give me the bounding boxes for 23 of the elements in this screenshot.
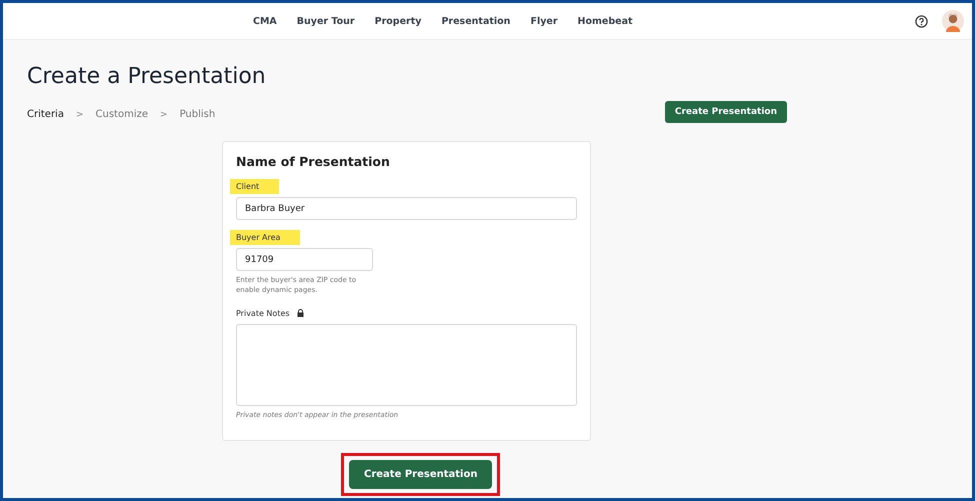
chevron-icon: >	[160, 110, 168, 120]
step-link[interactable]: Criteria	[27, 109, 64, 120]
create-presentation-button[interactable]: Create Presentation	[349, 460, 492, 490]
field-label: Private Notes	[235, 308, 291, 320]
step-link[interactable]: Publish	[180, 109, 216, 120]
text-field[interactable]: Barbra Buyer	[236, 197, 577, 220]
avatar-icon[interactable]	[942, 10, 964, 32]
step-link[interactable]: Customize	[96, 109, 148, 120]
nav-link[interactable]: Presentation	[441, 16, 510, 26]
nav-link[interactable]: Buyer Tour	[296, 16, 355, 26]
text-field[interactable]: 91709	[236, 248, 373, 271]
notes-field[interactable]	[236, 324, 577, 406]
chevron-icon: >	[76, 110, 84, 120]
help-icon[interactable]	[915, 14, 928, 28]
nav-link[interactable]: Property	[374, 16, 422, 26]
field-label: Buyer Area	[230, 230, 300, 245]
page-title: Create a Presentation	[27, 64, 266, 89]
nav-link[interactable]: Flyer	[530, 16, 558, 26]
nav-link[interactable]: CMA	[253, 16, 277, 26]
field-label: Client	[230, 179, 280, 194]
create-presentation-button[interactable]: Create Presentation	[664, 101, 787, 123]
form-heading: Name of Presentation	[236, 154, 391, 169]
nav-link[interactable]: Homebeat	[578, 16, 633, 26]
